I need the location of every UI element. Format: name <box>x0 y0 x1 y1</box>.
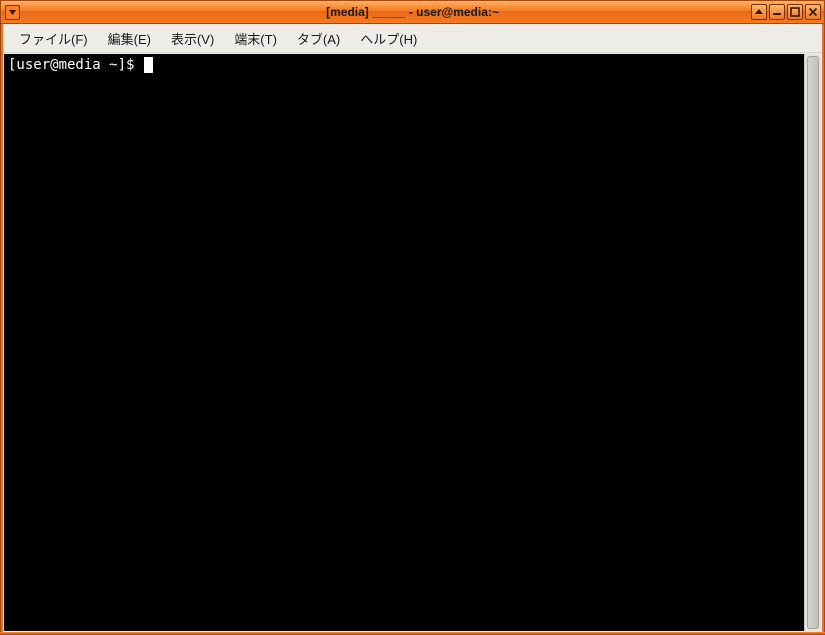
terminal-prompt: [user@media ~]$ <box>8 57 143 73</box>
minimize-icon <box>772 7 782 17</box>
terminal-area: [user@media ~]$ <box>3 53 822 632</box>
titlebar[interactable]: [media] _____ - user@media:~ <box>0 0 825 24</box>
menu-help[interactable]: ヘルプ(H) <box>350 25 427 52</box>
scrollbar-thumb[interactable] <box>807 56 819 629</box>
menu-tabs[interactable]: タブ(A) <box>287 25 350 52</box>
menu-file[interactable]: ファイル(F) <box>9 25 98 52</box>
minimize-button[interactable] <box>769 4 785 20</box>
maximize-button[interactable] <box>787 4 803 20</box>
window-title: [media] _____ - user@media:~ <box>1 5 824 19</box>
menu-view[interactable]: 表示(V) <box>161 25 224 52</box>
terminal[interactable]: [user@media ~]$ <box>4 54 804 631</box>
shade-button[interactable] <box>751 4 767 20</box>
menu-terminal[interactable]: 端末(T) <box>224 25 287 52</box>
window-menu-icon <box>8 8 17 17</box>
terminal-window: [media] _____ - user@media:~ <box>0 0 825 635</box>
menu-edit[interactable]: 編集(E) <box>98 25 161 52</box>
window-menu-button[interactable] <box>5 5 20 20</box>
window-content: ファイル(F) 編集(E) 表示(V) 端末(T) タブ(A) ヘルプ(H) [… <box>3 24 822 632</box>
close-icon <box>808 7 818 17</box>
shade-icon <box>754 7 764 17</box>
maximize-icon <box>790 7 800 17</box>
close-button[interactable] <box>805 4 821 20</box>
titlebar-controls <box>751 4 824 20</box>
vertical-scrollbar[interactable] <box>804 54 821 631</box>
terminal-cursor <box>144 57 153 73</box>
titlebar-left <box>1 5 24 20</box>
menubar: ファイル(F) 編集(E) 表示(V) 端末(T) タブ(A) ヘルプ(H) <box>3 24 822 53</box>
